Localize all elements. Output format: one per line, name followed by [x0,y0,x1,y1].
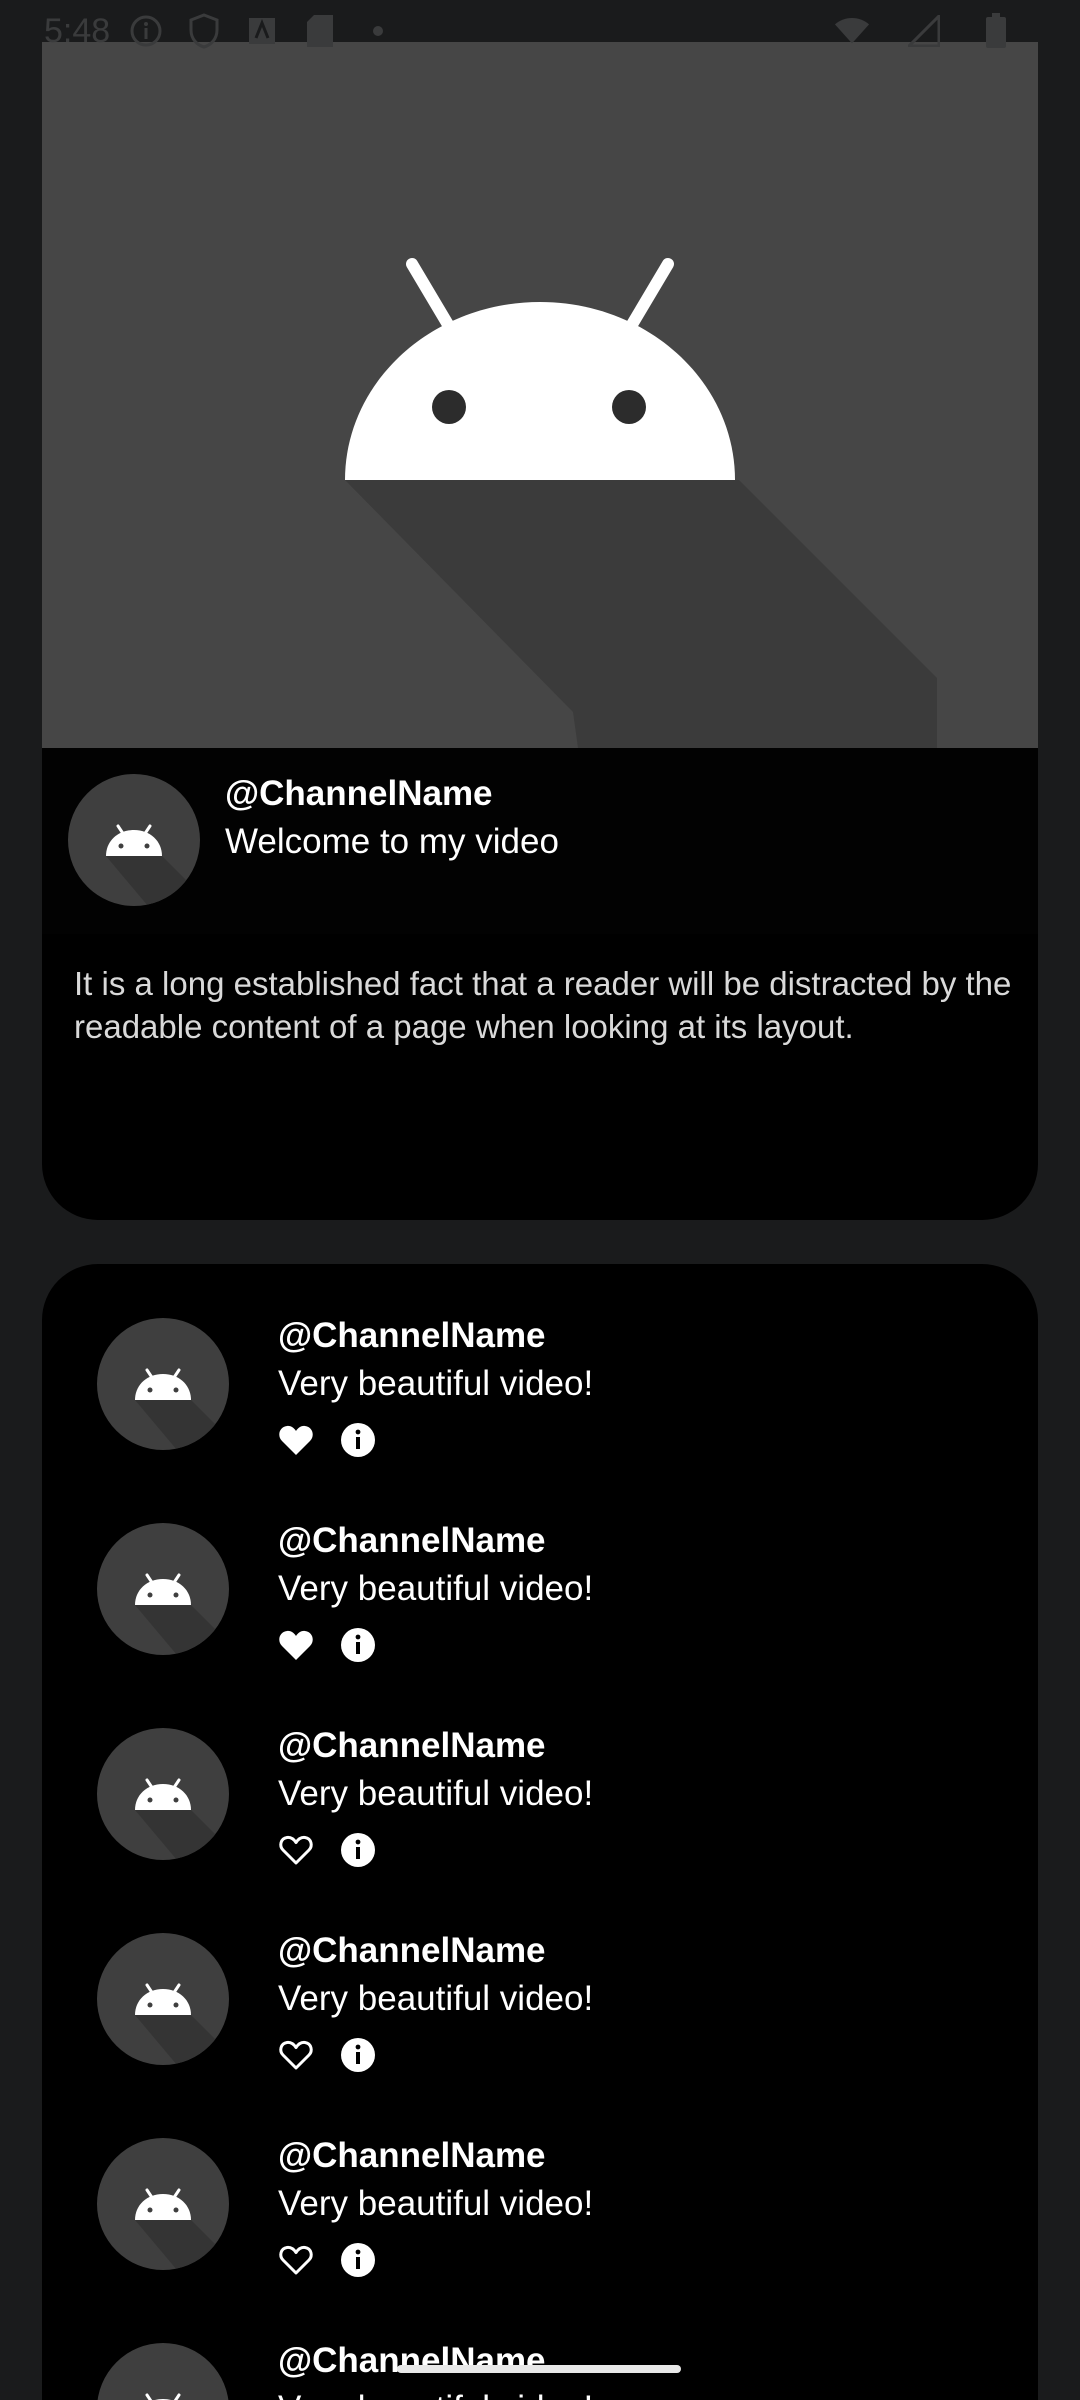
text-icon [244,13,280,49]
comment-channel-name[interactable]: @ChannelName [278,2341,546,2381]
android-icon [135,1983,229,2065]
battery-icon [978,13,1014,49]
comment-avatar[interactable] [97,1523,229,1655]
screen: 5:48 @ChannelName Welcome to my video It… [0,0,1080,2400]
status-bar: 5:48 [0,0,1080,62]
comment-channel-name[interactable]: @ChannelName [278,1316,546,1356]
comment-item: @ChannelName Very beautiful video! [42,2084,1038,2289]
comment-item: @ChannelName Very beautiful video! [42,2289,1038,2400]
comment-avatar[interactable] [97,1728,229,1860]
signal-icon [906,13,942,49]
comment-avatar[interactable] [97,1318,229,1450]
channel-name[interactable]: @ChannelName [225,774,493,814]
comments-list[interactable]: @ChannelName Very beautiful video! @Chan… [42,1264,1038,2400]
heart-outline-icon[interactable] [278,1833,314,1867]
comment-text: Very beautiful video! [278,2389,593,2400]
android-icon [135,2188,229,2270]
comment-channel-name[interactable]: @ChannelName [278,1931,546,1971]
heart-filled-icon[interactable] [278,1628,314,1662]
wifi-icon [834,13,870,49]
heart-outline-icon[interactable] [278,2243,314,2277]
video-channel-row: @ChannelName Welcome to my video [42,748,1038,934]
info-icon[interactable] [340,1422,376,1458]
shield-icon [186,13,222,49]
sd-card-icon [302,13,338,49]
comment-avatar[interactable] [97,2343,229,2400]
comment-item: @ChannelName Very beautiful video! [42,1469,1038,1674]
info-icon[interactable] [340,1832,376,1868]
comment-avatar[interactable] [97,2138,229,2270]
comment-item: @ChannelName Very beautiful video! [42,1264,1038,1469]
comment-text: Very beautiful video! [278,2184,594,2223]
comment-text: Very beautiful video! [278,1364,594,1403]
video-description: It is a long established fact that a rea… [74,965,1012,1045]
comment-text: Very beautiful video! [278,1569,594,1608]
channel-avatar[interactable] [68,774,200,906]
android-icon [135,1368,229,1450]
comment-item: @ChannelName Very beautiful video! [42,1674,1038,1879]
android-icon [145,2393,181,2400]
info-icon[interactable] [340,2037,376,2073]
info-icon[interactable] [340,1627,376,1663]
comment-channel-name[interactable]: @ChannelName [278,2136,546,2176]
gesture-navigation-handle[interactable] [397,2365,681,2373]
status-time: 5:48 [44,11,111,50]
info-circle-icon [128,13,164,49]
info-icon[interactable] [340,2242,376,2278]
comment-channel-name[interactable]: @ChannelName [278,1521,546,1561]
comment-text: Very beautiful video! [278,1774,594,1813]
comment-text: Very beautiful video! [278,1979,594,2018]
dot-icon [360,13,396,49]
heart-filled-icon[interactable] [278,1423,314,1457]
android-icon [135,1778,229,1860]
android-icon [345,258,937,748]
android-icon [106,824,200,906]
video-title: Welcome to my video [225,822,559,861]
video-thumbnail[interactable] [42,42,1038,748]
comment-item: @ChannelName Very beautiful video! [42,1879,1038,2084]
android-icon [135,1573,229,1655]
comment-avatar[interactable] [97,1933,229,2065]
comment-channel-name[interactable]: @ChannelName [278,1726,546,1766]
video-card: @ChannelName Welcome to my video It is a… [42,42,1038,1220]
heart-outline-icon[interactable] [278,2038,314,2072]
